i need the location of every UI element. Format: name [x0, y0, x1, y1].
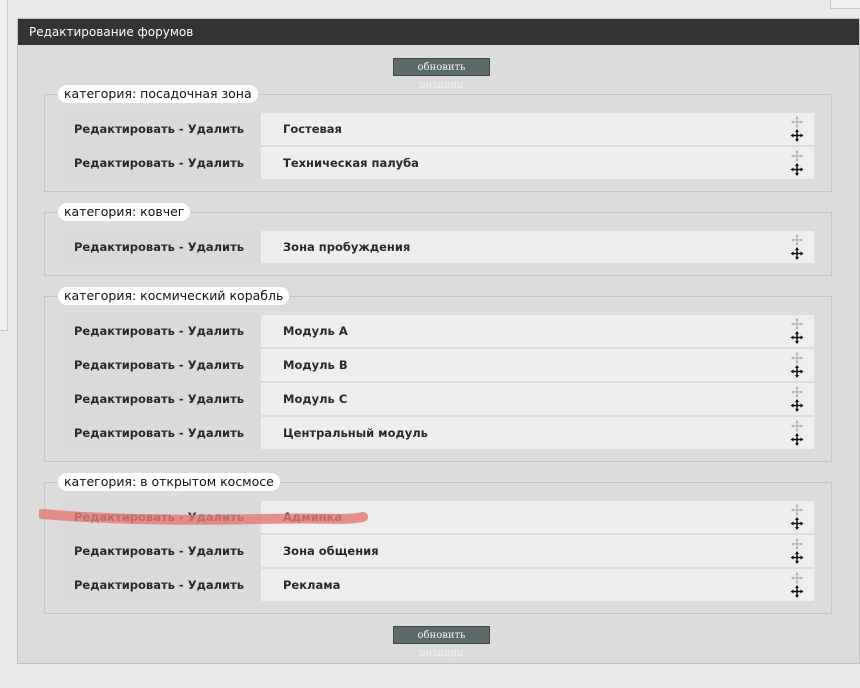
move-arrows-icon[interactable]: [790, 504, 804, 530]
category-fieldset: категория: посадочная зона Редактировать…: [44, 85, 832, 192]
forum-row: Редактировать - Удалить Модуль B: [62, 349, 814, 381]
forum-row: Редактировать - Удалить Модуль C: [62, 383, 814, 415]
forum-actions: Редактировать - Удалить: [62, 113, 260, 145]
move-arrows-icon[interactable]: [790, 352, 804, 378]
forum-actions: Редактировать - Удалить: [62, 535, 260, 567]
forum-title: Модуль B: [283, 358, 348, 372]
delete-link[interactable]: Удалить: [188, 156, 244, 170]
forum-name: Админка: [261, 501, 814, 533]
forum-name: Реклама: [261, 569, 814, 601]
delete-link[interactable]: Удалить: [188, 122, 244, 136]
edit-link[interactable]: Редактировать: [74, 122, 175, 136]
forum-row: Редактировать - Удалить Зона общения: [62, 535, 814, 567]
separator: -: [174, 392, 188, 406]
separator: -: [174, 510, 188, 524]
category-fieldset: категория: ковчег Редактировать - Удалит…: [44, 203, 832, 276]
edit-link[interactable]: Редактировать: [74, 392, 175, 406]
update-positions-button-top[interactable]: обновить позиции: [393, 58, 490, 91]
forum-actions: Редактировать - Удалить: [62, 147, 260, 179]
separator: -: [174, 358, 188, 372]
forum-name: Модуль C: [261, 383, 814, 415]
separator: -: [174, 578, 188, 592]
forum-actions: Редактировать - Удалить: [62, 315, 260, 347]
forum-name: Модуль B: [261, 349, 814, 381]
forum-actions: Редактировать - Удалить: [62, 349, 260, 381]
forum-name: Зона пробуждения: [261, 231, 814, 263]
forum-row: Редактировать - Удалить Центральный моду…: [62, 417, 814, 449]
separator: -: [174, 544, 188, 558]
edit-link[interactable]: Редактировать: [74, 510, 175, 524]
category-legend: категория: посадочная зона: [58, 85, 258, 103]
category-legend: категория: ковчег: [58, 203, 191, 221]
forum-title: Админка: [283, 510, 343, 524]
separator: -: [174, 156, 188, 170]
category-fieldset: категория: в открытом космосе Редактиров…: [44, 473, 832, 614]
edit-link[interactable]: Редактировать: [74, 156, 175, 170]
delete-link[interactable]: Удалить: [188, 392, 244, 406]
forum-title: Зона общения: [283, 544, 379, 558]
forum-editor-panel: Редактирование форумов обновить позиции …: [17, 18, 860, 664]
right-side-panel: [830, 0, 860, 9]
update-positions-button-bottom[interactable]: обновить позиции: [393, 626, 490, 659]
delete-link[interactable]: Удалить: [188, 510, 244, 524]
forum-name: Центральный модуль: [261, 417, 814, 449]
forum-title: Техническая палуба: [283, 156, 419, 170]
separator: -: [174, 324, 188, 338]
delete-link[interactable]: Удалить: [188, 240, 244, 254]
forum-name: Модуль A: [261, 315, 814, 347]
forum-row: Редактировать - Удалить Зона пробуждения: [62, 231, 814, 263]
forum-actions: Редактировать - Удалить: [62, 417, 260, 449]
forum-title: Модуль C: [283, 392, 348, 406]
edit-link[interactable]: Редактировать: [74, 358, 175, 372]
move-arrows-icon[interactable]: [790, 386, 804, 412]
forum-title: Гостевая: [283, 122, 342, 136]
forum-title: Модуль A: [283, 324, 348, 338]
panel-title: Редактирование форумов: [18, 19, 859, 45]
separator: -: [174, 122, 188, 136]
forum-title: Реклама: [283, 578, 341, 592]
forum-actions: Редактировать - Удалить: [62, 231, 260, 263]
separator: -: [174, 426, 188, 440]
forum-title: Зона пробуждения: [283, 240, 411, 254]
forum-row: Редактировать - Удалить Гостевая: [62, 113, 814, 145]
forum-title: Центральный модуль: [283, 426, 428, 440]
left-side-panel: [0, 0, 8, 331]
move-arrows-icon[interactable]: [790, 150, 804, 176]
category-fieldset: категория: космический корабль Редактиро…: [44, 287, 832, 462]
move-arrows-icon[interactable]: [790, 538, 804, 564]
edit-link[interactable]: Редактировать: [74, 578, 175, 592]
move-arrows-icon[interactable]: [790, 420, 804, 446]
delete-link[interactable]: Удалить: [188, 324, 244, 338]
delete-link[interactable]: Удалить: [188, 426, 244, 440]
forum-row: Редактировать - Удалить Модуль A: [62, 315, 814, 347]
delete-link[interactable]: Удалить: [188, 358, 244, 372]
forum-actions: Редактировать - Удалить: [62, 501, 260, 533]
edit-link[interactable]: Редактировать: [74, 324, 175, 338]
move-arrows-icon[interactable]: [790, 318, 804, 344]
edit-link[interactable]: Редактировать: [74, 544, 175, 558]
forum-name: Гостевая: [261, 113, 814, 145]
forum-row: Редактировать - Удалить Админка: [62, 501, 814, 533]
forum-name: Техническая палуба: [261, 147, 814, 179]
move-arrows-icon[interactable]: [790, 116, 804, 142]
edit-link[interactable]: Редактировать: [74, 240, 175, 254]
delete-link[interactable]: Удалить: [188, 578, 244, 592]
forum-row: Редактировать - Удалить Техническая палу…: [62, 147, 814, 179]
forum-actions: Редактировать - Удалить: [62, 569, 260, 601]
forum-row: Редактировать - Удалить Реклама: [62, 569, 814, 601]
category-legend: категория: космический корабль: [58, 287, 290, 305]
separator: -: [174, 240, 188, 254]
move-arrows-icon[interactable]: [790, 234, 804, 260]
edit-link[interactable]: Редактировать: [74, 426, 175, 440]
category-legend: категория: в открытом космосе: [58, 473, 280, 491]
delete-link[interactable]: Удалить: [188, 544, 244, 558]
forum-name: Зона общения: [261, 535, 814, 567]
move-arrows-icon[interactable]: [790, 572, 804, 598]
forum-actions: Редактировать - Удалить: [62, 383, 260, 415]
